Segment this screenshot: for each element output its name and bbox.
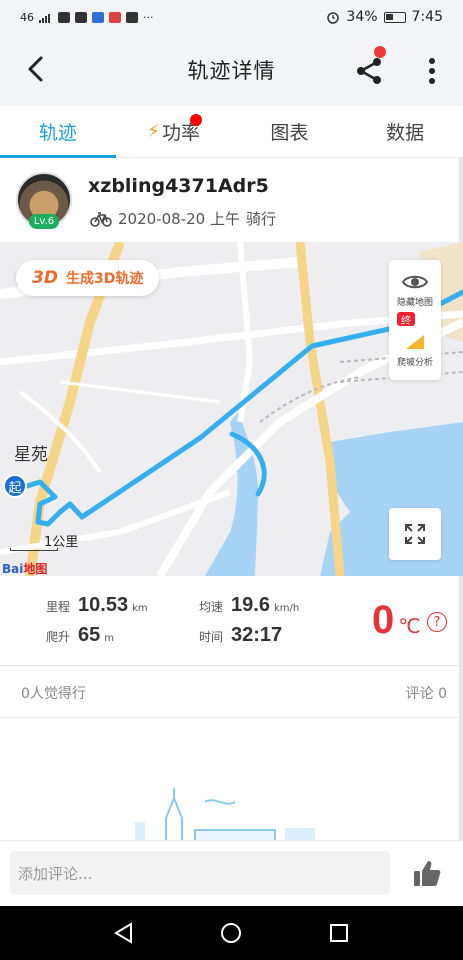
status-left: 46 ··· <box>20 11 154 24</box>
notification-shield-icon <box>92 11 104 23</box>
distance-unit: km <box>132 603 148 614</box>
temperature-help-icon[interactable]: ? <box>427 612 447 632</box>
signal-icon <box>39 13 50 23</box>
start-marker: 起 <box>3 474 27 498</box>
ride-stats: 里程 10.53 km 均速 19.6 km/h 爬升 65 m 时间 32:1… <box>0 576 459 666</box>
temperature-unit: ℃ <box>398 614 421 638</box>
climb-unit: m <box>104 633 115 644</box>
comment-bar: 添加评论... <box>0 840 463 906</box>
map-provider-logo: Bai地图 <box>2 560 47 576</box>
temperature-value: 0 <box>372 598 395 642</box>
hide-map-label: 隐藏地图 <box>396 297 433 308</box>
avg-speed-unit: km/h <box>273 603 300 614</box>
more-notifications-icon: ··· <box>143 10 154 24</box>
expand-icon <box>405 524 425 544</box>
eye-icon <box>402 275 428 288</box>
bicycle-icon <box>90 211 112 227</box>
thumbs-up-icon <box>414 861 441 886</box>
generate-3d-label: 生成3D轨迹 <box>65 271 144 287</box>
distance-value: 10.53 <box>78 594 129 616</box>
more-vertical-icon <box>429 58 435 84</box>
map-scale-bar <box>10 548 58 551</box>
square-recents-icon <box>330 924 349 942</box>
lightning-icon: ⚡ <box>147 121 160 142</box>
tab-chart-label: 图表 <box>270 122 309 144</box>
page-title: 轨迹详情 <box>187 59 276 83</box>
end-marker: 终 <box>397 312 415 327</box>
stat-time: 时间 32:17 <box>199 624 282 647</box>
battery-percent: 34% <box>346 9 378 25</box>
level-badge: Lv.6 <box>29 214 59 229</box>
stat-avg-speed: 均速 19.6 km/h <box>199 594 299 617</box>
more-options-button[interactable] <box>420 54 444 88</box>
map-provider-logo-latin: Bai <box>2 562 24 576</box>
nav-home-button[interactable] <box>211 913 251 953</box>
avg-speed-label: 均速 <box>199 600 224 614</box>
alarm-icon <box>327 12 340 24</box>
back-button[interactable] <box>20 54 50 84</box>
3d-icon: 3D <box>32 268 58 288</box>
circle-home-icon <box>221 923 242 943</box>
share-icon <box>357 58 381 84</box>
app-bar: 轨迹详情 <box>0 34 463 106</box>
ride-meta: 2020-08-20 上午 骑行 <box>90 208 276 229</box>
hide-map-button[interactable]: 隐藏地图 <box>389 260 441 320</box>
climb-analysis-label: 爬坡分析 <box>396 357 433 368</box>
climb-slope-icon <box>406 334 424 349</box>
system-navigation-bar <box>0 906 463 960</box>
stat-distance: 里程 10.53 km <box>46 594 148 617</box>
tab-bar: 轨迹 ⚡ 功率 图表 数据 <box>0 106 463 158</box>
notification-app-icon <box>58 11 70 23</box>
status-bar: 46 ··· 34% 7:45 <box>0 0 463 34</box>
share-notification-dot <box>374 46 386 58</box>
stat-climb: 爬升 65 m <box>46 624 114 647</box>
clock-time: 7:45 <box>411 9 443 25</box>
time-label: 时间 <box>199 630 224 644</box>
tab-track[interactable]: 轨迹 <box>0 106 116 158</box>
signal-text: 46 <box>20 10 34 24</box>
temperature: 0 ℃ <box>372 598 421 643</box>
social-bar: 0人觉得行 评论 0 <box>0 666 459 718</box>
chevron-left-icon <box>28 56 43 82</box>
distance-label: 里程 <box>46 600 71 614</box>
map-place-label: 星苑 <box>14 445 48 465</box>
status-right: 34% 7:45 <box>326 9 443 25</box>
tab-data-label: 数据 <box>386 122 425 144</box>
likes-count[interactable]: 0人觉得行 <box>21 683 86 703</box>
triangle-back-icon <box>113 922 132 944</box>
notification-chat-icon <box>126 11 138 23</box>
notification-translate-icon <box>75 11 87 23</box>
avg-speed-value: 19.6 <box>231 594 270 616</box>
like-button[interactable] <box>407 853 447 893</box>
tab-data[interactable]: 数据 <box>347 106 463 157</box>
fullscreen-button[interactable] <box>389 508 441 560</box>
map-provider-logo-cn: 地图 <box>23 562 48 576</box>
tab-power-notification-dot <box>189 114 202 126</box>
route-map[interactable]: 3D 生成3D轨迹 隐藏地图 爬坡分析 星苑 起 终 1公里 Bai地图 <box>0 242 463 576</box>
tab-chart[interactable]: 图表 <box>232 106 348 157</box>
tab-track-label: 轨迹 <box>38 122 77 144</box>
username[interactable]: xzbling4371Adr5 <box>88 175 269 197</box>
empty-comments-illustration <box>0 718 459 847</box>
notification-app-red-icon <box>109 11 121 23</box>
share-button[interactable] <box>352 46 386 88</box>
activity-type: 骑行 <box>245 210 276 228</box>
comments-count[interactable]: 评论 0 <box>406 683 447 703</box>
generate-3d-track-button[interactable]: 3D 生成3D轨迹 <box>16 260 160 296</box>
climb-analysis-button[interactable]: 爬坡分析 <box>389 320 441 380</box>
tab-power[interactable]: ⚡ 功率 <box>116 106 232 157</box>
climb-value: 65 <box>78 624 101 646</box>
time-value: 32:17 <box>231 624 283 646</box>
nav-back-button[interactable] <box>104 913 144 953</box>
ride-profile: Lv.6 xzbling4371Adr5 2020-08-20 上午 骑行 <box>0 158 459 242</box>
city-skyline-illustration <box>135 788 315 847</box>
battery-icon <box>383 11 406 23</box>
nav-recents-button[interactable] <box>319 913 359 953</box>
comment-input[interactable]: 添加评论... <box>10 851 390 895</box>
climb-label: 爬升 <box>46 630 71 644</box>
ride-date: 2020-08-20 上午 <box>118 210 240 228</box>
